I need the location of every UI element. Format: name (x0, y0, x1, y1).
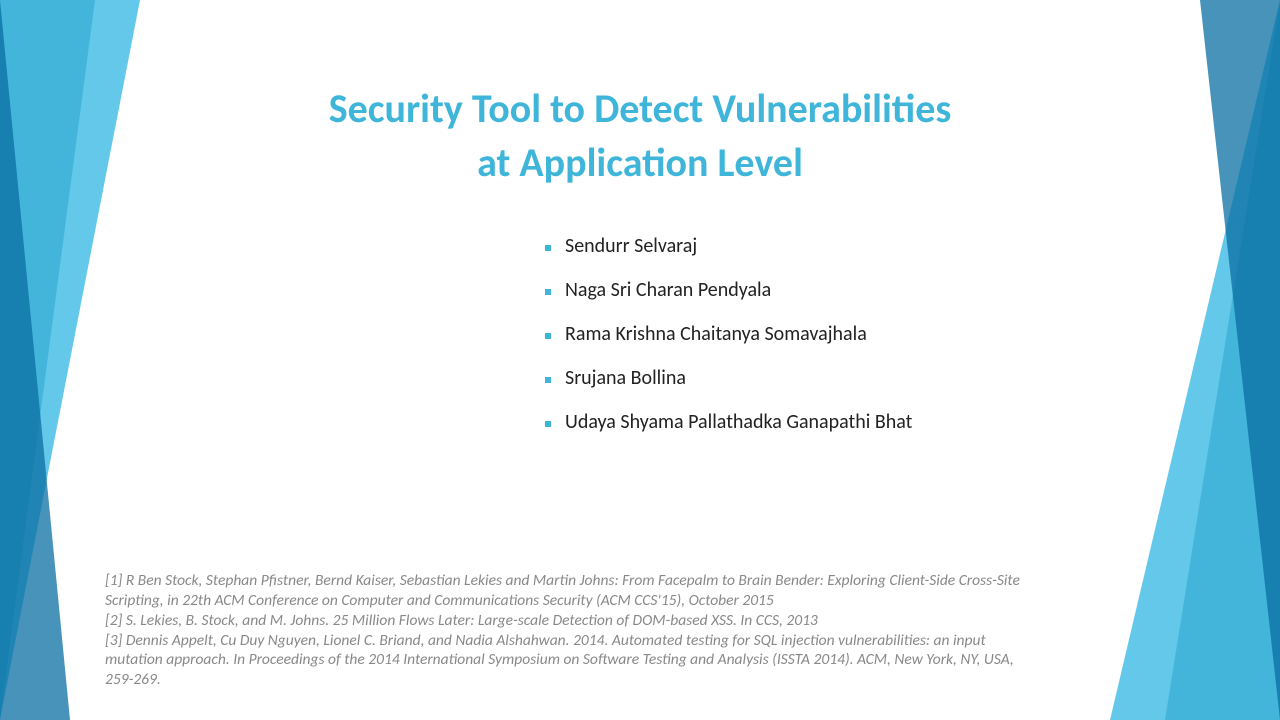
references-block: [1] R Ben Stock, Stephan Pfistner, Bernd… (105, 571, 1035, 690)
author-item: Srujana Bollina (545, 368, 912, 388)
slide-title: Security Tool to Detect Vulnerabilities … (140, 82, 1140, 190)
authors-list: Sendurr Selvaraj Naga Sri Charan Pendyal… (545, 236, 912, 456)
author-item: Sendurr Selvaraj (545, 236, 912, 256)
author-item: Udaya Shyama Pallathadka Ganapathi Bhat (545, 412, 912, 432)
author-name: Sendurr Selvaraj (565, 234, 697, 258)
reference-item: [2] S. Lekies, B. Stock, and M. Johns. 2… (105, 611, 1035, 631)
author-item: Rama Krishna Chaitanya Somavajhala (545, 324, 912, 344)
reference-item: [1] R Ben Stock, Stephan Pfistner, Bernd… (105, 571, 1035, 611)
author-name: Naga Sri Charan Pendyala (565, 278, 771, 302)
reference-item: [3] Dennis Appelt, Cu Duy Nguyen, Lionel… (105, 631, 1035, 690)
title-line-1: Security Tool to Detect Vulnerabilities (329, 84, 952, 133)
author-item: Naga Sri Charan Pendyala (545, 280, 912, 300)
author-name: Rama Krishna Chaitanya Somavajhala (565, 322, 867, 346)
author-name: Srujana Bollina (565, 366, 686, 390)
author-name: Udaya Shyama Pallathadka Ganapathi Bhat (565, 410, 912, 434)
title-line-2: at Application Level (477, 138, 803, 187)
slide-content: Security Tool to Detect Vulnerabilities … (0, 0, 1280, 720)
